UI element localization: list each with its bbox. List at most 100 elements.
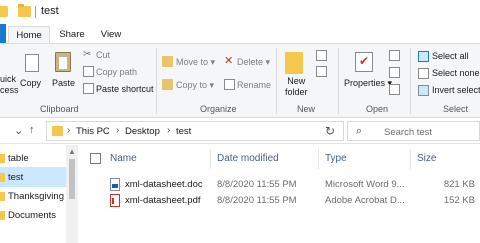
properties-label: Properties	[344, 78, 386, 88]
new-item-icon[interactable]	[316, 50, 327, 61]
nav-item-label: test	[8, 172, 24, 183]
scroll-up-icon[interactable]: ▲	[68, 147, 76, 156]
column-divider[interactable]	[318, 149, 319, 169]
folder-icon	[0, 154, 5, 163]
title-bar: test	[0, 0, 480, 24]
group-divider	[276, 48, 277, 114]
clipboard-group-label: Clipboard	[40, 104, 79, 114]
open-group-label: Open	[366, 104, 389, 114]
table-row[interactable]: xml-datasheet.pdf 8/8/2020 11:55 PM Adob…	[78, 193, 480, 209]
properties-icon	[355, 52, 373, 72]
search-input[interactable]: ⌕ Search test	[347, 121, 480, 141]
copy-icon	[25, 54, 39, 72]
refresh-icon[interactable]: ↻	[325, 124, 335, 138]
new-group-label: New	[297, 104, 316, 114]
address-bar[interactable]: › This PC › Desktop › test ⌄	[46, 121, 353, 141]
history-icon[interactable]	[389, 84, 400, 95]
table-row[interactable]: xml-datasheet.doc 8/8/2020 11:55 PM Micr…	[78, 177, 480, 193]
invert-selection-button[interactable]: Invert selectio	[432, 85, 480, 95]
folder-icon[interactable]	[0, 6, 8, 17]
pin-quick-access-button[interactable]: uick cess	[0, 74, 19, 96]
move-to-icon	[162, 56, 173, 67]
new-folder-icon	[285, 52, 303, 74]
open-icon[interactable]	[389, 50, 400, 61]
recent-locations-icon[interactable]: ⌄	[14, 124, 23, 137]
organize-group-label: Organize	[200, 104, 237, 114]
properties-button[interactable]: Properties ▾	[344, 78, 392, 89]
file-type: Microsoft Word 9...	[325, 179, 405, 190]
breadcrumb-this-pc[interactable]: This PC	[76, 126, 110, 137]
cut-button[interactable]: Cut	[96, 50, 110, 60]
copy-to-button[interactable]: Copy to ▾	[176, 80, 214, 91]
search-icon: ⌕	[356, 125, 363, 137]
word-doc-icon	[110, 178, 120, 191]
column-header-date-modified[interactable]: Date modified	[217, 153, 279, 164]
copy-path-button[interactable]: Copy path	[96, 67, 137, 77]
column-header-name[interactable]: Name	[110, 153, 137, 164]
folder-icon	[0, 173, 5, 182]
rename-icon	[224, 79, 235, 90]
select-all-button[interactable]: Select all	[432, 51, 469, 61]
nav-item-documents[interactable]: Documents	[0, 205, 66, 225]
select-none-icon	[418, 68, 429, 79]
title-separator	[35, 6, 36, 18]
pdf-icon	[110, 194, 120, 207]
breadcrumb-desktop[interactable]: Desktop	[125, 126, 160, 137]
tab-view[interactable]: View	[96, 26, 126, 43]
scissors-icon: ✂	[83, 49, 92, 60]
edit-icon[interactable]	[389, 67, 400, 78]
rename-button[interactable]: Rename	[237, 80, 271, 90]
nav-item-table[interactable]: table	[0, 148, 66, 168]
documents-icon	[0, 211, 5, 220]
select-group-label: Select	[443, 104, 469, 114]
copy-path-icon	[83, 66, 94, 77]
paste-shortcut-icon	[83, 83, 94, 94]
copy-to-label: Copy to	[176, 80, 208, 90]
column-header-type[interactable]: Type	[325, 153, 347, 164]
nav-item-thanksgiving[interactable]: Thanksgiving	[0, 186, 66, 206]
column-divider[interactable]	[410, 149, 411, 169]
file-date-modified: 8/8/2020 11:55 PM	[217, 179, 297, 190]
paste-icon	[55, 52, 71, 72]
select-all-checkbox[interactable]	[90, 153, 101, 164]
copy-to-icon	[162, 79, 173, 90]
file-list: Name Date modified Type Size xml-datashe…	[78, 145, 480, 243]
chevron-right-icon[interactable]: ›	[67, 125, 70, 136]
nav-item-label: table	[8, 153, 29, 164]
paste-shortcut-button[interactable]: Paste shortcut	[96, 84, 154, 94]
navigation-bar: ⌄ ↑ › This PC › Desktop › test ⌄ ↻ ⌕ Sea…	[0, 118, 480, 144]
file-date-modified: 8/8/2020 11:55 PM	[217, 195, 297, 206]
paste-button[interactable]: Paste	[52, 78, 75, 88]
move-to-button[interactable]: Move to ▾	[176, 57, 215, 68]
window-title: test	[41, 5, 59, 17]
delete-icon: ✕	[224, 55, 234, 67]
invert-selection-icon	[418, 85, 429, 96]
ribbon-tabs: Home Share View	[0, 24, 480, 43]
column-divider[interactable]	[210, 149, 211, 169]
delete-button[interactable]: Delete ▾	[237, 57, 270, 68]
tab-home[interactable]: Home	[8, 26, 50, 43]
delete-label: Delete	[237, 57, 264, 67]
folder-icon	[52, 126, 63, 136]
tab-file[interactable]	[0, 24, 6, 43]
new-folder-button[interactable]: New folder	[285, 76, 308, 98]
file-size: 821 KB	[443, 179, 475, 190]
folder-icon	[18, 4, 31, 17]
tab-share[interactable]: Share	[55, 26, 89, 43]
chevron-right-icon[interactable]: ›	[167, 125, 170, 136]
file-type: Adobe Acrobat D...	[325, 195, 405, 206]
ribbon: uick cess Copy Paste ✂ Cut Copy path Pas…	[0, 43, 480, 118]
copy-button[interactable]: Copy	[20, 78, 41, 88]
select-none-button[interactable]: Select none	[432, 68, 480, 78]
breadcrumb-test[interactable]: test	[176, 126, 191, 137]
search-placeholder: Search test	[384, 127, 433, 138]
chevron-right-icon[interactable]: ›	[116, 125, 119, 136]
file-name: xml-datasheet.pdf	[125, 195, 201, 206]
easy-access-icon[interactable]	[316, 66, 327, 77]
up-arrow-icon[interactable]: ↑	[29, 124, 35, 136]
file-name: xml-datasheet.doc	[125, 179, 203, 190]
scrollbar-thumb[interactable]	[69, 159, 75, 199]
nav-item-test[interactable]: test	[0, 167, 66, 187]
nav-scrollbar[interactable]: ▲	[66, 145, 78, 243]
column-header-size[interactable]: Size	[417, 153, 436, 164]
